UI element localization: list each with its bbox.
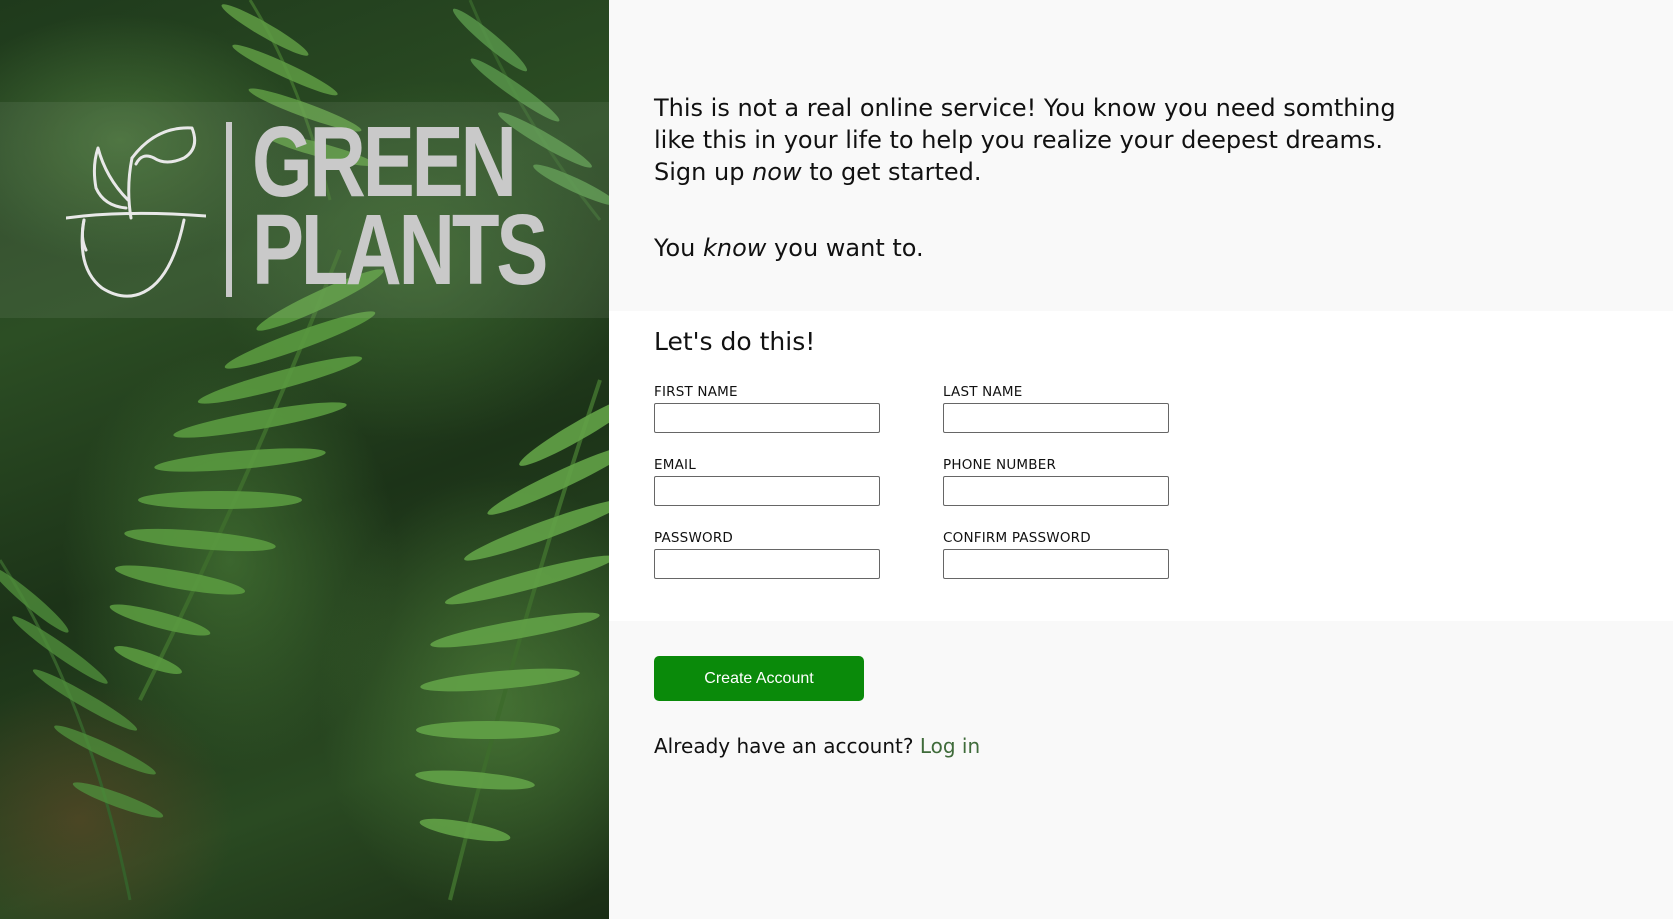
brand-line-2: PLANTS [252, 194, 548, 306]
tagline-end: you want to. [766, 234, 924, 262]
form-title: Let's do this! [654, 327, 816, 356]
intro-paragraph: This is not a real online service! You k… [654, 92, 1414, 188]
signup-form: Let's do this! FIRST NAME LAST NAME EMAI… [609, 311, 1673, 621]
brand-logo: GREEN PLANTS [66, 106, 548, 306]
phone-label: PHONE NUMBER [943, 457, 1057, 473]
confirm-password-group: CONFIRM PASSWORD [943, 530, 1169, 579]
first-name-input[interactable] [654, 403, 880, 433]
intro-emphasis: now [752, 158, 802, 186]
brand-wordmark: GREEN PLANTS [252, 106, 548, 306]
fern-background-image: GREEN PLANTS [0, 0, 609, 919]
last-name-group: LAST NAME [943, 384, 1169, 433]
logo-divider [226, 122, 232, 297]
brand-line-1: GREEN [252, 106, 517, 218]
intro-tagline: You know you want to. [654, 232, 1414, 264]
email-label: EMAIL [654, 457, 696, 473]
phone-input[interactable] [943, 476, 1169, 506]
first-name-group: FIRST NAME [654, 384, 880, 433]
login-prompt-text: Already have an account? [654, 734, 914, 758]
password-group: PASSWORD [654, 530, 880, 579]
password-input[interactable] [654, 549, 880, 579]
login-link[interactable]: Log in [920, 734, 980, 758]
login-prompt: Already have an account? Log in [654, 734, 980, 758]
intro-text-end: to get started. [801, 158, 982, 186]
signup-page: GREEN PLANTS This is not a real online s… [0, 0, 1673, 919]
confirm-password-label: CONFIRM PASSWORD [943, 530, 1091, 546]
intro-section: This is not a real online service! You k… [654, 92, 1414, 264]
last-name-label: LAST NAME [943, 384, 1023, 400]
email-input[interactable] [654, 476, 880, 506]
create-account-button[interactable]: Create Account [654, 656, 864, 701]
phone-group: PHONE NUMBER [943, 457, 1169, 506]
confirm-password-input[interactable] [943, 549, 1169, 579]
tagline-start: You [654, 234, 703, 262]
email-group: EMAIL [654, 457, 880, 506]
password-label: PASSWORD [654, 530, 734, 546]
first-name-label: FIRST NAME [654, 384, 738, 400]
plant-pot-icon [66, 126, 206, 298]
last-name-input[interactable] [943, 403, 1169, 433]
tagline-emphasis: know [703, 234, 767, 262]
